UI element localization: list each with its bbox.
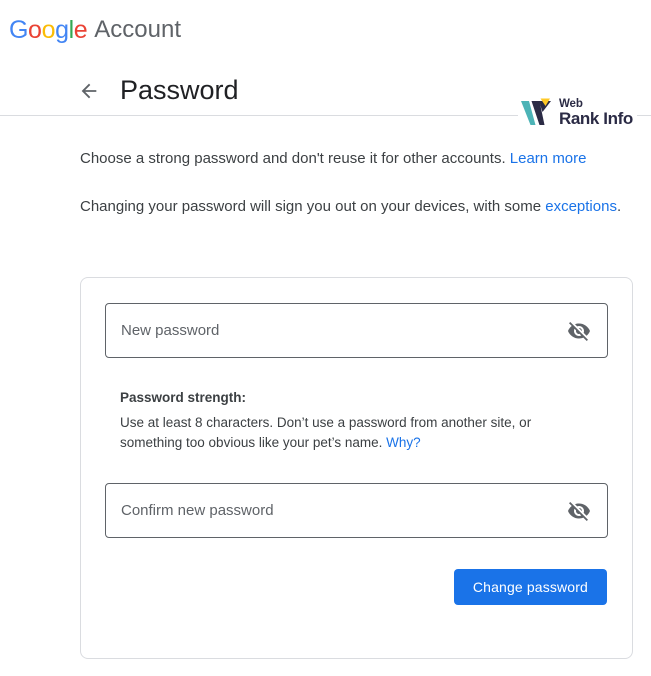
password-strength-description-text: Use at least 8 characters. Don’t use a p… [120,415,531,450]
password-strength-description: Use at least 8 characters. Don’t use a p… [120,413,562,453]
exceptions-link[interactable]: exceptions [545,198,617,215]
google-letter-o1: o [28,16,42,44]
card-actions: Change password [105,569,608,605]
why-link[interactable]: Why? [386,435,421,450]
confirm-password-field[interactable]: Confirm new password [105,483,608,538]
intro-paragraph-2: Changing your password will sign you out… [80,195,628,219]
intro-paragraph-1-text: Choose a strong password and don't reuse… [80,150,510,167]
google-letter-g2: g [55,16,69,44]
webrankinfo-wordmark: Web Rank Info [559,98,633,128]
google-account-brand: Google Account [9,14,181,46]
password-strength-title: Password strength: [120,388,608,408]
change-password-button[interactable]: Change password [454,569,607,605]
intro-paragraph-2-text: Changing your password will sign you out… [80,198,545,215]
back-button[interactable] [76,78,102,104]
password-strength-block: Password strength: Use at least 8 charac… [105,388,608,453]
visibility-off-icon [567,499,591,523]
confirm-password-label: Confirm new password [121,502,566,519]
intro-paragraph-2-tail: . [617,198,621,215]
learn-more-link[interactable]: Learn more [510,150,587,167]
new-password-label: New password [121,322,566,339]
password-card: New password Password strength: Use at l… [80,277,633,659]
confirm-password-visibility-toggle[interactable] [566,498,592,524]
new-password-field[interactable]: New password [105,303,608,358]
webrankinfo-watermark: Web Rank Info [518,96,637,130]
intro-paragraph-1: Choose a strong password and don't reuse… [80,147,628,171]
visibility-off-icon [567,319,591,343]
google-wordmark: Google [9,18,87,43]
google-letter-o2: o [42,16,56,44]
account-label: Account [94,18,181,42]
google-letter-g: G [9,16,28,44]
page-title: Password [120,77,239,104]
webrankinfo-logo-icon [520,98,554,128]
intro-text: Choose a strong password and don't reuse… [80,147,628,219]
arrow-left-icon [78,80,100,102]
google-letter-e: e [74,16,88,44]
webrankinfo-line2: Rank Info [559,110,633,128]
new-password-visibility-toggle[interactable] [566,318,592,344]
